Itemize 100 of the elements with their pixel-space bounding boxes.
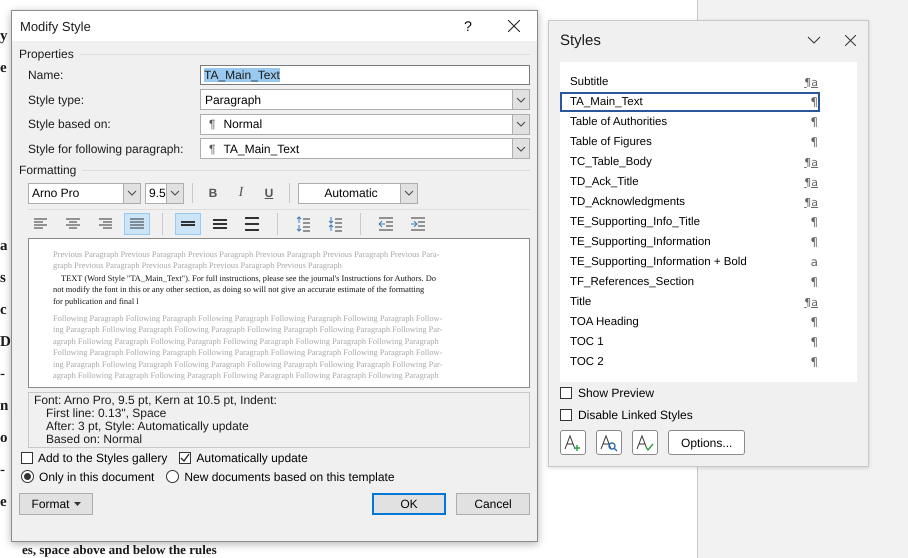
help-button[interactable]: ? [445, 11, 491, 41]
previous-paragraph-text: Previous Paragraph Previous Paragraph Previous Paragraph Previous Paragraph Previous Paragraph Previous Para- graph Previous Paragraph Previous Paragraph Previous Paragraph Previous Paragraph [53, 249, 440, 272]
paragraph-style-icon: ¶ [810, 115, 818, 129]
document-text: n [0, 397, 10, 416]
style-item[interactable]: Title ¶a [560, 292, 820, 312]
document-text: y [0, 27, 8, 46]
style-item[interactable]: Table of Authorities ¶ [560, 112, 820, 132]
dialog-button[interactable]: Cancel [456, 493, 530, 515]
increase-indent-icon [410, 216, 426, 232]
bold-button[interactable]: B [201, 182, 225, 204]
sample-text: TEXT (Word Style "TA_Main_Text"). For full instructions, please see the journal's Instructions for Authors. Do not modify the font in this or any other section, as doing so will not give an accurate estimate of the formatting for publication and final l [53, 272, 437, 308]
manage-button[interactable] [632, 430, 658, 455]
field-label: Style based on: [28, 117, 112, 132]
style-item[interactable]: TE_Supporting_Info_Title ¶ [560, 212, 820, 232]
close-icon [844, 34, 856, 46]
checkbox[interactable]: Automatically update [179, 450, 308, 464]
style-item[interactable]: Subtitle ¶a [560, 72, 820, 92]
name-field[interactable]: TA_Main_Text [200, 65, 530, 86]
document-text: a [0, 237, 8, 256]
style-item[interactable]: TOA Heading ¶ [560, 312, 820, 332]
paragraph-style-icon: ¶ [810, 315, 818, 329]
style-item[interactable]: TD_Ack_Title ¶a [560, 172, 820, 192]
document-text: e [0, 493, 8, 512]
style-item[interactable]: TOC 2 ¶ [560, 352, 820, 372]
pane-title: Styles [560, 32, 602, 48]
dropdown[interactable]: ¶ Normal [200, 114, 530, 135]
section-heading: Formatting [19, 163, 76, 177]
document-text: o [0, 429, 8, 448]
style-item[interactable]: TC_Table_Body ¶a [560, 152, 820, 172]
manage-styles-icon [636, 434, 654, 452]
section-heading: Properties [19, 47, 74, 61]
paragraph-style-icon: ¶ [810, 235, 818, 249]
line-spacing-icon [212, 216, 228, 232]
inspect-button[interactable] [596, 430, 622, 455]
style-item[interactable]: TF_References_Section ¶ [560, 272, 820, 292]
paragraph-style-icon: ¶ [810, 215, 818, 229]
document-text: c [0, 301, 8, 320]
chevron-down-icon [516, 146, 526, 152]
field-label: Name: [28, 68, 64, 82]
paragraph-style-icon: ¶ [810, 355, 818, 369]
single-spacing-button[interactable] [175, 213, 201, 235]
paragraph-style-icon: ¶ [810, 275, 818, 289]
document-text: e [0, 59, 8, 78]
document-text: - [0, 365, 6, 384]
style-item[interactable]: Table of Figures ¶ [560, 132, 820, 152]
document-text: s [0, 269, 7, 288]
document-text: es, space above and below the rules [22, 542, 217, 557]
following-paragraph-text: Following Paragraph Following Paragraph Following Paragraph Following Paragraph Following Paragraph Follow- ing Paragraph Following Paragraph Following Paragraph Following Paragraph Following Paragraph Following Par- agraph Following Paragraph Following Paragraph Following Paragraph Following Paragraph Following Paragraph Following Paragraph Following Paragraph Following Paragraph Following Paragraph Following Paragraph Follow- ing Paragraph Following Paragraph Following Paragraph Following Paragraph Following Paragraph Following Par- agraph Following Paragraph Following Paragraph Following Paragraph Following Paragraph Following Paragraph [53, 313, 444, 382]
dialog-button[interactable]: OK [372, 493, 446, 515]
style-item[interactable]: TE_Supporting_Information + Bold a [560, 252, 820, 272]
field-label: Style type: [28, 92, 86, 107]
style-inspector-icon [600, 434, 618, 452]
paragraph-style-icon: ¶ [810, 135, 818, 149]
paragraph-spacing-icon [327, 216, 343, 232]
style-item[interactable]: TOC 1 ¶ [560, 332, 820, 352]
font-dropdown[interactable]: Arno Pro [28, 182, 141, 204]
new-style-icon [564, 434, 582, 452]
style-description: Font: Arno Pro, 9.5 pt, Kern at 10.5 pt, Indent: First line: 0.13", Space After: 3 pt, Style: Automatically update Based on: Normal [28, 392, 530, 448]
check-icon [180, 452, 190, 462]
justify-button[interactable] [124, 213, 150, 235]
chevron-down-icon [404, 190, 414, 196]
document-text: D [0, 333, 11, 352]
linked-style-icon: ¶a [804, 156, 818, 168]
chevron-down-icon [127, 190, 137, 196]
chevron-down-icon [170, 190, 180, 196]
dialog-title: Modify Style [20, 18, 92, 34]
underline-button[interactable]: U [257, 182, 281, 204]
linked-style-icon: ¶a [804, 196, 818, 208]
font-color-dropdown[interactable]: Automatic [298, 182, 418, 204]
dropdown[interactable]: Paragraph [200, 89, 530, 110]
chevron-down-icon [807, 36, 821, 44]
radio-button[interactable]: New documents based on this template [166, 470, 395, 484]
chevron-down-icon [516, 96, 526, 103]
close-icon [508, 20, 520, 32]
paragraph-style-icon: ¶ [810, 95, 818, 109]
format-button[interactable]: Format [19, 493, 93, 515]
paragraph-style-icon: ¶ [810, 335, 818, 349]
linked-style-icon: ¶a [804, 76, 818, 88]
field-value: TA_Main_Text [204, 68, 280, 82]
dropdown[interactable]: ¶ TA_Main_Text [200, 138, 530, 160]
italic-button[interactable]: I [229, 182, 253, 204]
chevron-down-icon [516, 121, 526, 128]
checkbox[interactable]: Add to the Styles gallery [21, 450, 168, 464]
field-label: Style for following paragraph: [28, 142, 184, 156]
checkbox[interactable]: Show Preview [560, 382, 868, 404]
linked-style-icon: ¶a [804, 176, 818, 188]
double-spacing-icon [244, 216, 260, 232]
style-item[interactable]: TE_Supporting_Information ¶ [560, 232, 820, 252]
decrease-indent-icon [378, 216, 394, 232]
character-style-icon: a [810, 255, 818, 269]
radio-button[interactable]: Only in this document [21, 470, 154, 484]
checkbox[interactable]: Disable Linked Styles [560, 404, 868, 426]
style-item[interactable]: TD_Acknowledgments ¶a [560, 192, 820, 212]
new-style-button[interactable] [560, 430, 586, 455]
font-size-dropdown[interactable]: 9.5 [145, 182, 184, 204]
paragraph-spacing-icon [295, 216, 311, 232]
caret-icon [74, 502, 80, 506]
options-button[interactable]: Options... [668, 430, 746, 455]
style-item[interactable]: TA_Main_Text ¶ [560, 92, 820, 112]
linked-style-icon: ¶a [804, 296, 818, 308]
